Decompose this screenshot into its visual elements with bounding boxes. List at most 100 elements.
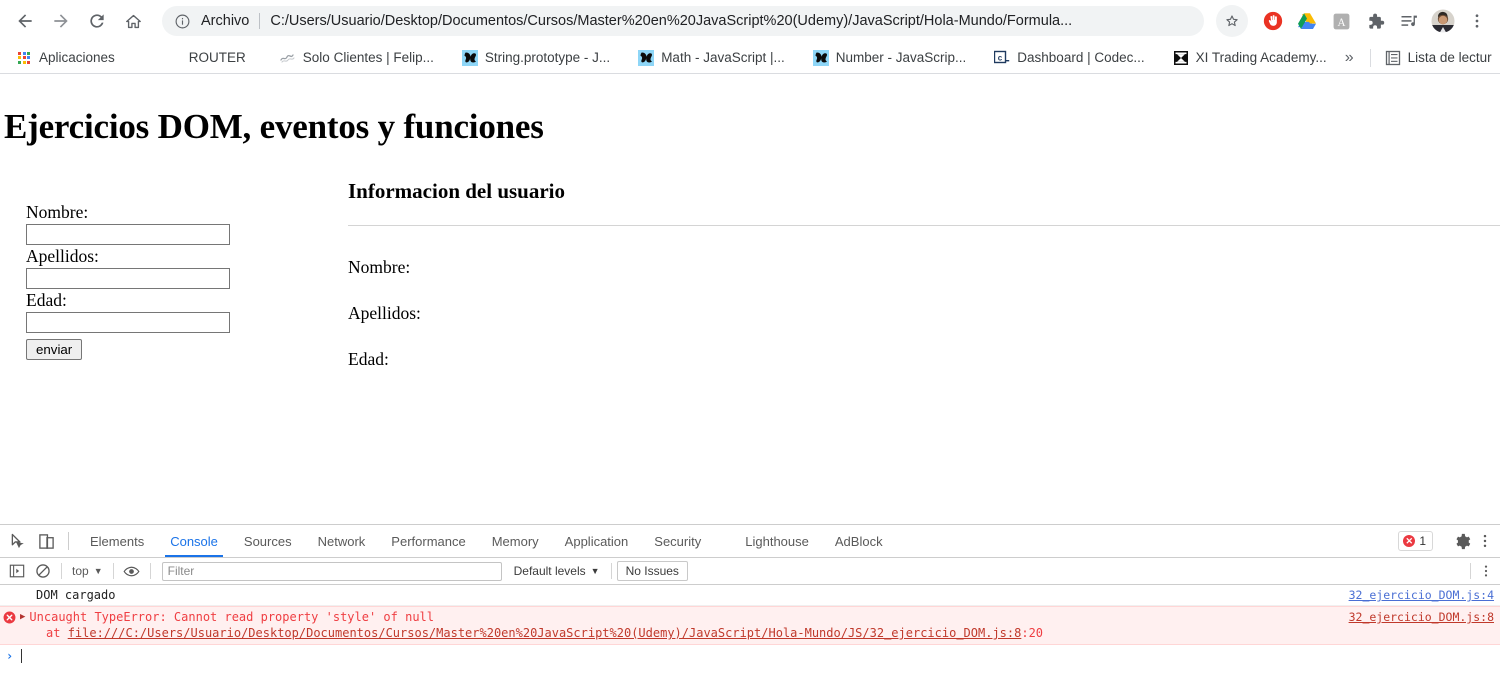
tab-lighthouse[interactable]: Lighthouse: [732, 525, 822, 557]
chevron-down-icon: ▼: [590, 566, 600, 576]
tab-console[interactable]: Console: [157, 525, 231, 557]
console-filter-input[interactable]: [161, 561, 502, 581]
bookmark-label: Number - JavaScrip...: [835, 50, 967, 65]
console-message-error[interactable]: ▶ Uncaught TypeError: Cannot read proper…: [0, 606, 1500, 645]
reading-list-icon: [1385, 50, 1401, 66]
tab-performance[interactable]: Performance: [378, 525, 478, 557]
console-sidebar-icon[interactable]: [4, 558, 30, 584]
error-source-link[interactable]: 32_ejercicio_DOM.js:8: [1349, 610, 1494, 624]
console-message-log[interactable]: DOM cargado 32_ejercicio_DOM.js:4: [0, 585, 1500, 606]
input-edad[interactable]: [26, 312, 230, 333]
devtools-tabbar-separator: [68, 532, 69, 550]
devtools-tabbar-right: ✕ 1: [1398, 525, 1500, 557]
more-vertical-icon[interactable]: [1476, 533, 1494, 549]
console-messages[interactable]: DOM cargado 32_ejercicio_DOM.js:4 ▶ Unca…: [0, 585, 1500, 697]
live-expression-icon[interactable]: [119, 558, 145, 584]
apps-grid-icon: [16, 50, 32, 66]
log-levels-selector[interactable]: Default levels ▼: [508, 564, 606, 578]
tab-application[interactable]: Application: [552, 525, 642, 557]
user-form: Nombre: Apellidos: Edad: enviar: [26, 202, 326, 360]
info-circle-icon[interactable]: [174, 13, 191, 30]
inspect-element-icon[interactable]: [4, 525, 32, 557]
console-toolbar-separator-5: [1470, 563, 1471, 579]
stack-at-keyword: at: [46, 626, 68, 640]
reading-list-button[interactable]: Lista de lectur: [1377, 46, 1500, 70]
bookmark-label: ROUTER: [188, 50, 246, 65]
tab-sources[interactable]: Sources: [231, 525, 305, 557]
bookmark-item-string-prototype[interactable]: String.prototype - J...: [454, 46, 618, 70]
bookmark-item-router[interactable]: ROUTER: [181, 46, 254, 70]
forward-arrow-icon: [51, 11, 71, 31]
url-text: C:/Users/Usuario/Desktop/Documentos/Curs…: [270, 13, 1073, 29]
device-toolbar-icon[interactable]: [32, 525, 60, 557]
error-count-badge[interactable]: ✕ 1: [1398, 531, 1433, 551]
console-toolbar-separator-3: [149, 563, 151, 579]
bookmark-apps[interactable]: Aplicaciones: [8, 46, 123, 70]
error-headline[interactable]: ▶ Uncaught TypeError: Cannot read proper…: [20, 610, 1500, 625]
user-info-panel: Informacion del usuario Nombre: Apellido…: [348, 179, 1500, 370]
console-input-prompt[interactable]: ›: [0, 645, 1500, 663]
devtools-panel: Elements Console Sources Network Perform…: [0, 524, 1500, 697]
bookmark-label: Dashboard | Codec...: [1017, 50, 1145, 65]
error-x-icon: ✕: [1403, 535, 1416, 547]
reload-button[interactable]: [80, 4, 114, 38]
bookmark-item-number[interactable]: Number - JavaScrip...: [805, 46, 975, 70]
google-drive-icon[interactable]: [1292, 6, 1322, 36]
back-button[interactable]: [8, 4, 42, 38]
bookmark-star-icon[interactable]: [1216, 5, 1248, 37]
label-nombre: Nombre:: [26, 202, 89, 222]
extensions-puzzle-icon[interactable]: [1360, 6, 1390, 36]
stack-column-pos: :20: [1021, 626, 1044, 640]
log-source-link[interactable]: 32_ejercicio_DOM.js:4: [1349, 588, 1494, 602]
clear-console-icon[interactable]: [30, 558, 56, 584]
tab-adblock[interactable]: AdBlock: [822, 525, 896, 557]
label-apellidos: Apellidos:: [26, 246, 99, 266]
error-stack-line: at file:///C:/Users/Usuario/Desktop/Docu…: [20, 625, 1500, 641]
prompt-chevron-icon: ›: [6, 649, 14, 663]
bookmark-item-xi-trading-academy[interactable]: XI Trading Academy...: [1165, 46, 1335, 70]
forward-button[interactable]: [44, 4, 78, 38]
input-nombre[interactable]: [26, 224, 230, 245]
bookmark-label: Solo Clientes | Felip...: [302, 50, 434, 65]
input-apellidos[interactable]: [26, 268, 230, 289]
mdn-favicon-icon: [461, 49, 478, 66]
home-icon: [124, 12, 143, 31]
console-toolbar-separator-1: [61, 563, 62, 579]
url-scheme-label: Archivo: [201, 13, 250, 29]
gear-icon[interactable]: [1448, 533, 1476, 550]
browser-chrome: Archivo C:/Users/Usuario/Desktop/Documen…: [0, 0, 1500, 74]
tab-network[interactable]: Network: [305, 525, 379, 557]
bookmark-item-math[interactable]: Math - JavaScript |...: [630, 46, 793, 70]
bookmarks-overflow-button[interactable]: »: [1335, 49, 1364, 67]
svg-text:c: c: [998, 53, 1003, 62]
error-message-text: Uncaught TypeError: Cannot read property…: [29, 610, 434, 624]
bookmark-apps-label: Aplicaciones: [39, 50, 115, 65]
context-selector[interactable]: top ▼: [67, 564, 108, 578]
bookmark-item-solo-clientes[interactable]: Solo Clientes | Felip...: [272, 46, 442, 70]
address-bar[interactable]: Archivo C:/Users/Usuario/Desktop/Documen…: [162, 6, 1204, 36]
console-toolbar: top ▼ Default levels ▼ No Issues: [0, 558, 1500, 585]
home-button[interactable]: [116, 4, 150, 38]
omnibox-divider: [259, 13, 261, 29]
profile-avatar-icon[interactable]: [1428, 6, 1458, 36]
log-levels-label: Default levels: [513, 564, 586, 578]
expand-triangle-icon[interactable]: ▶: [20, 610, 25, 625]
codecademy-favicon-icon: c: [994, 50, 1010, 66]
tab-memory[interactable]: Memory: [479, 525, 552, 557]
tab-elements[interactable]: Elements: [77, 525, 157, 557]
media-playlist-icon[interactable]: [1394, 6, 1424, 36]
adobe-acrobat-icon[interactable]: A: [1326, 6, 1356, 36]
stack-file-link[interactable]: file:///C:/Users/Usuario/Desktop/Documen…: [68, 626, 1022, 640]
error-circle-icon: [3, 611, 15, 624]
tab-security[interactable]: Security: [641, 525, 714, 557]
chrome-menu-icon[interactable]: [1462, 6, 1492, 36]
no-issues-button[interactable]: No Issues: [616, 561, 688, 581]
console-toolbar-separator-2: [112, 563, 114, 579]
reading-list-label: Lista de lectur: [1407, 50, 1492, 65]
adblock-icon[interactable]: [1258, 6, 1288, 36]
bookmark-item-dashboard-codecademy[interactable]: c Dashboard | Codec...: [986, 46, 1152, 70]
console-settings-more-icon[interactable]: [1476, 558, 1496, 584]
submit-button[interactable]: enviar: [26, 339, 83, 360]
text-caret: [21, 649, 23, 663]
info-line-apellidos: Apellidos:: [348, 303, 421, 323]
